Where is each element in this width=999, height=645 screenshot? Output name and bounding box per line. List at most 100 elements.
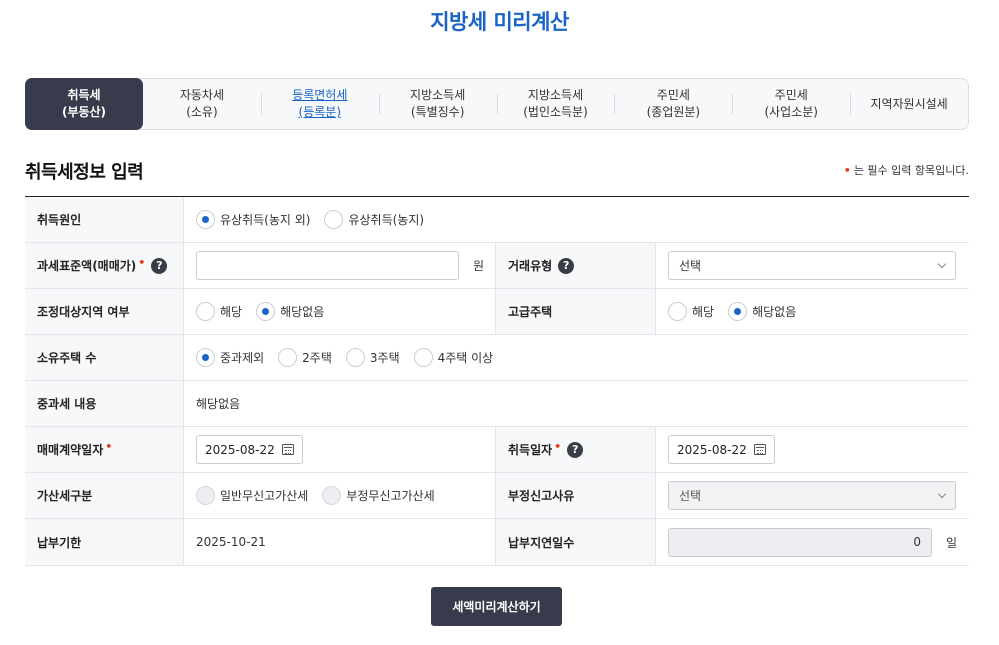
- form-row-adjusted-area: 조정대상지역 여부 해당 해당없음 고급주택 해당 해당없음: [25, 289, 969, 335]
- radio-checked-icon[interactable]: [196, 210, 215, 229]
- adjusted-area-option-no[interactable]: 해당없음: [256, 302, 324, 321]
- tab-regional-resource-facility-tax[interactable]: 지역자원시설세: [850, 79, 968, 129]
- radio-checked-icon[interactable]: [196, 348, 215, 367]
- tab-resident-tax-business[interactable]: 주민세 (사업소분): [732, 79, 850, 129]
- tab-sublabel: (소유): [186, 105, 218, 119]
- radio-unchecked-icon[interactable]: [196, 302, 215, 321]
- houses-owned-option-excluded[interactable]: 중과제외: [196, 348, 264, 367]
- luxury-house-option-yes[interactable]: 해당: [668, 302, 714, 321]
- tab-local-income-tax-corporate[interactable]: 지방소득세 (법인소득분): [496, 79, 615, 129]
- adjusted-area-option-yes[interactable]: 해당: [196, 302, 242, 321]
- field-label: 매매계약일자 •: [25, 427, 184, 472]
- acquisition-cause-option-farm[interactable]: 유상취득(농지): [324, 210, 424, 229]
- acquisition-cause-radio-group: 유상취득(농지 외) 유상취득(농지): [196, 210, 438, 229]
- tab-label: 지역자원시설세: [870, 96, 948, 111]
- tab-label: 지방소득세: [410, 88, 466, 102]
- tab-sublabel: (부동산): [61, 105, 107, 119]
- radio-checked-icon[interactable]: [728, 302, 748, 321]
- form-row-dates: 매매계약일자 • 2025-08-22 취득일자 •? 2025-08-22: [25, 427, 969, 473]
- tab-sublabel: (특별징수): [410, 105, 465, 119]
- page-title: 지방세 미리계산: [430, 10, 569, 34]
- field-label: 중과세 내용: [25, 381, 184, 426]
- tab-label: 지방소득세: [527, 88, 584, 102]
- radio-label: 유상취득(농지 외): [220, 213, 311, 227]
- required-note-text: 는 필수 입력 항목입니다.: [853, 164, 969, 177]
- acquisition-cause-option-nonfarm[interactable]: 유상취득(농지 외): [196, 210, 310, 229]
- houses-owned-option-2[interactable]: 2주택: [278, 348, 332, 367]
- radio-disabled-icon[interactable]: [322, 486, 342, 505]
- tab-label: 등록면허세: [292, 88, 348, 102]
- tab-acquisition-tax[interactable]: 취득세 (부동산): [25, 78, 143, 130]
- delay-days-input: 0: [668, 527, 932, 557]
- form-row-tax-base: 과세표준액(매매가) •? 원 거래유형? 선택: [25, 243, 969, 289]
- required-dot: •: [105, 440, 113, 453]
- luxury-house-radio-group: 해당 해당없음: [668, 302, 810, 321]
- radio-label: 유상취득(농지): [348, 213, 425, 227]
- field-label: 취득원인: [25, 197, 184, 242]
- tab-local-income-tax-withholding[interactable]: 지방소득세 (특별징수): [378, 79, 497, 129]
- trade-type-label: 거래유형: [508, 259, 553, 273]
- penalty-option-general[interactable]: 일반무신고가산세: [196, 486, 308, 505]
- unit-days: 일: [946, 535, 958, 550]
- radio-unchecked-icon[interactable]: [345, 348, 365, 367]
- form-row-heavy-tax: 중과세 내용 해당없음: [25, 381, 969, 427]
- heavy-tax-value: 해당없음: [196, 397, 241, 411]
- field-label: 거래유형?: [496, 243, 656, 288]
- field-label: 가산세구분: [25, 473, 184, 518]
- radio-label: 4주택 이상: [437, 351, 494, 365]
- tab-vehicle-tax[interactable]: 자동차세 (소유): [143, 79, 261, 129]
- radio-unchecked-icon[interactable]: [278, 348, 298, 367]
- tab-resident-tax-employee[interactable]: 주민세 (종업원분): [614, 79, 732, 129]
- contract-date-label: 매매계약일자: [37, 443, 104, 457]
- tab-sublabel: (종업원분): [646, 105, 701, 119]
- date-value: 2025-08-22: [677, 442, 747, 457]
- tab-registration-license-tax[interactable]: 등록면허세 (등록분): [260, 79, 379, 129]
- radio-label: 3주택: [369, 351, 400, 365]
- fraud-reason-select[interactable]: 선택: [668, 481, 956, 510]
- chevron-down-icon: [937, 259, 947, 268]
- required-dot: •: [554, 440, 562, 453]
- select-value: 선택: [679, 489, 702, 503]
- houses-owned-option-4plus[interactable]: 4주택 이상: [413, 348, 494, 367]
- field-label: 조정대상지역 여부: [25, 289, 184, 334]
- calendar-icon[interactable]: [754, 444, 766, 455]
- tax-base-input[interactable]: [196, 251, 459, 280]
- form-row-houses-owned: 소유주택 수 중과제외 2주택 3주택 4주택 이상: [25, 335, 969, 381]
- contract-date-input[interactable]: 2025-08-22: [196, 435, 303, 464]
- radio-unchecked-icon[interactable]: [668, 302, 687, 321]
- calculate-tax-button[interactable]: 세액미리계산하기: [431, 587, 562, 626]
- radio-label: 2주택: [302, 351, 332, 365]
- tax-base-label: 과세표준액(매매가): [37, 259, 137, 273]
- unit-won: 원: [473, 259, 485, 273]
- field-label: 소유주택 수: [25, 335, 184, 380]
- calendar-icon[interactable]: [282, 444, 294, 455]
- field-label: 고급주택: [496, 289, 656, 334]
- help-icon[interactable]: ?: [558, 257, 575, 274]
- date-value: 2025-08-22: [205, 442, 275, 457]
- houses-owned-option-3[interactable]: 3주택: [345, 348, 400, 367]
- radio-label: 부정무신고가산세: [346, 489, 435, 503]
- required-dot: •: [138, 256, 146, 269]
- tab-sublabel: (법인소득분): [523, 105, 588, 119]
- help-icon[interactable]: ?: [151, 257, 168, 274]
- radio-label: 해당없음: [280, 305, 325, 319]
- radio-unchecked-icon[interactable]: [324, 210, 344, 229]
- form-row-penalty: 가산세구분 일반무신고가산세 부정무신고가산세 부정신고사유 선택: [25, 473, 969, 519]
- penalty-option-fraud[interactable]: 부정무신고가산세: [322, 486, 435, 505]
- tab-label: 취득세: [67, 88, 101, 102]
- acquisition-date-input[interactable]: 2025-08-22: [668, 435, 775, 464]
- trade-type-select[interactable]: 선택: [668, 251, 956, 280]
- radio-unchecked-icon[interactable]: [413, 348, 433, 367]
- help-icon[interactable]: ?: [567, 441, 584, 458]
- luxury-house-option-no[interactable]: 해당없음: [728, 302, 796, 321]
- due-date-value: 2025-10-21: [184, 519, 496, 565]
- tax-tabs: 취득세 (부동산) 자동차세 (소유) 등록면허세 (등록분) 지방소득세 (특…: [25, 78, 969, 130]
- select-value: 선택: [679, 259, 702, 273]
- tab-sublabel: (사업소분): [764, 105, 818, 119]
- acquisition-tax-form: 취득원인 유상취득(농지 외) 유상취득(농지) 과세표준액(매매가)•? 원: [25, 196, 969, 566]
- field-label: 부정신고사유: [496, 473, 656, 518]
- field-label: 취득일자 •?: [496, 427, 656, 472]
- radio-checked-icon[interactable]: [256, 302, 276, 321]
- radio-disabled-icon[interactable]: [196, 486, 215, 505]
- tab-sublabel: (등록분): [298, 105, 342, 119]
